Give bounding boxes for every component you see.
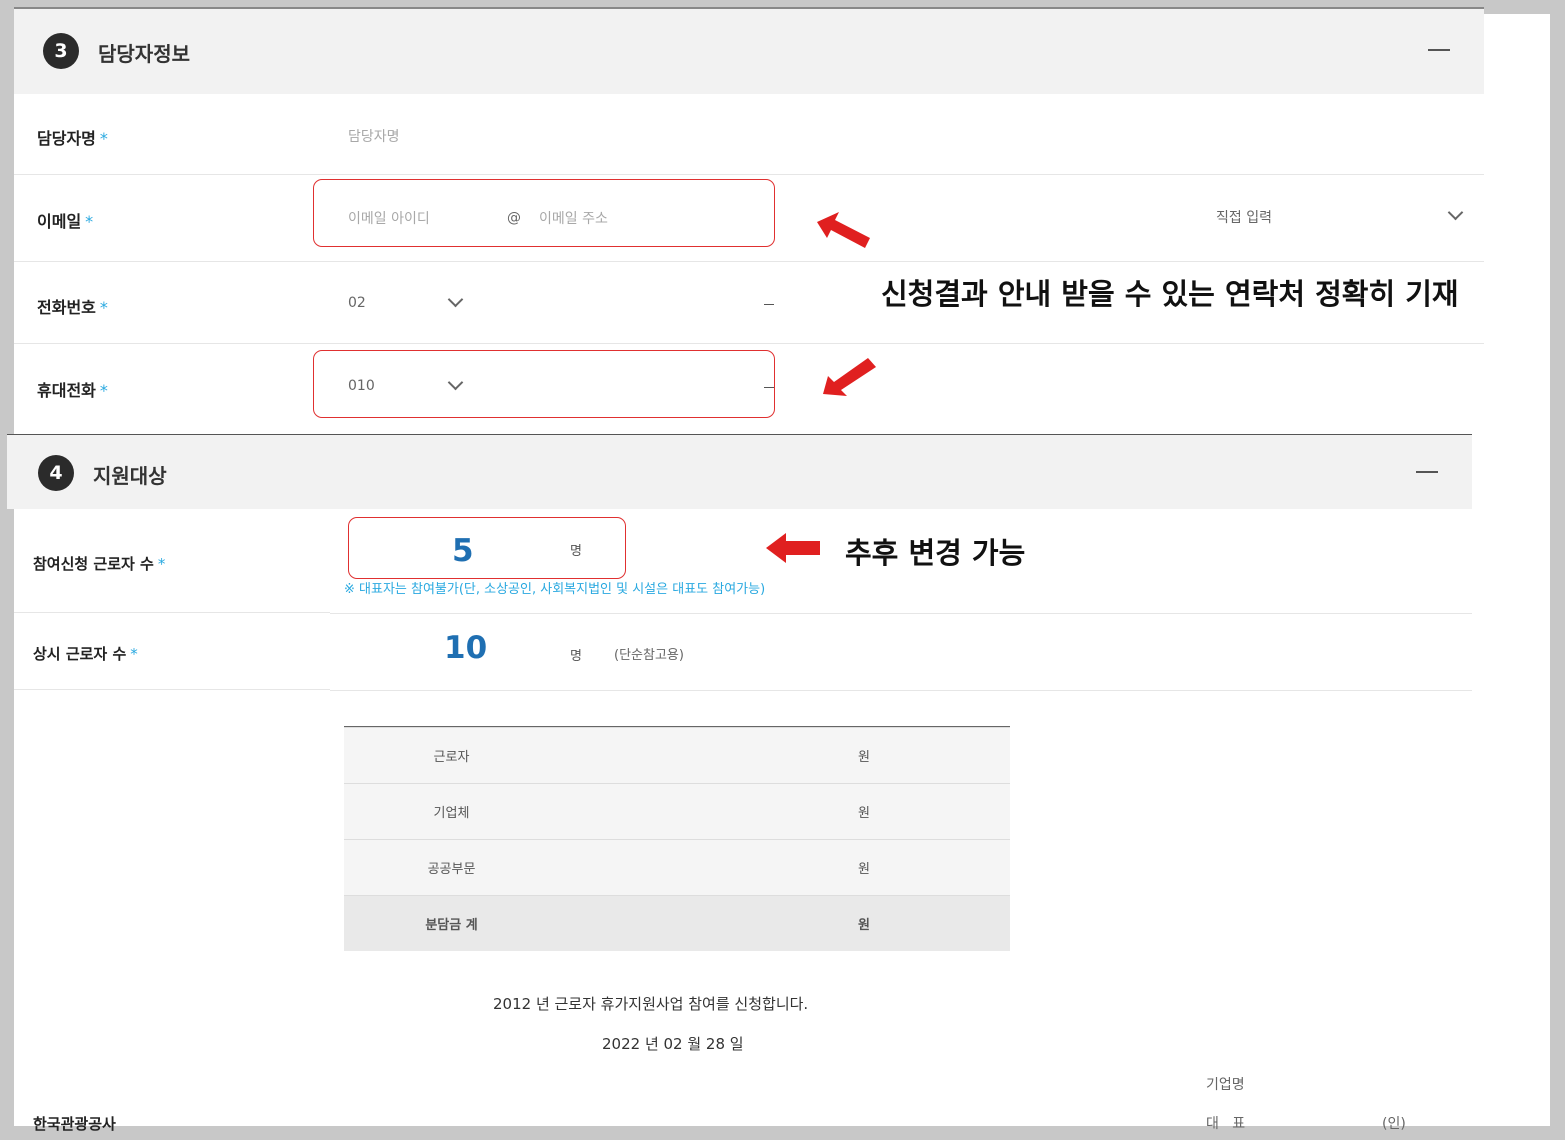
table-cell: 원 [559, 895, 1010, 951]
form-page [14, 14, 1550, 1126]
phone-label: 전화번호 * [37, 298, 108, 317]
cost-table: 근로자 원 기업체 원 공공부문 원 분담금 계 원 [344, 727, 1010, 951]
table-row: 분담금 계 원 [344, 895, 1010, 951]
table-cell[interactable]: 원 [559, 727, 1010, 784]
company-label: 기업명 [1206, 1077, 1245, 1093]
row-divider [14, 174, 1484, 175]
row-divider [14, 612, 330, 613]
participants-note: ※ 대표자는 참여불가(단, 소상공인, 사회복지법인 및 시설은 대표도 참여… [344, 582, 766, 597]
table-cell[interactable]: 원 [559, 839, 1010, 896]
manager-name-label: 담당자명 * [37, 129, 108, 148]
minus-icon[interactable] [1428, 49, 1450, 51]
section-3-header[interactable] [14, 9, 1484, 94]
change-annotation: 추후 변경 가능 [845, 536, 1026, 570]
red-arrow-icon [823, 358, 876, 396]
date-text: 2022 년 02 월 28 일 [602, 1035, 744, 1053]
mobile-highlight-box [313, 350, 775, 418]
section-number-badge: 3 [43, 33, 79, 69]
participants-highlight-box [348, 517, 626, 579]
email-highlight-box [313, 179, 775, 247]
row-divider [330, 690, 1472, 691]
contact-annotation: 신청결과 안내 받을 수 있는 연락처 정확히 기재 [881, 277, 1459, 311]
table-cell: 분담금 계 [344, 895, 559, 951]
seal-mark: (인) [1382, 1116, 1406, 1132]
regular-workers-note: (단순참고용) [614, 648, 684, 663]
row-divider [14, 261, 1484, 262]
section-title: 담당자정보 [98, 42, 190, 66]
row-divider [14, 689, 330, 690]
mobile-label: 휴대전화 * [37, 381, 108, 400]
participants-label: 참여신청 근로자 수 * [33, 555, 166, 573]
section-title: 지원대상 [93, 464, 167, 488]
row-divider [14, 343, 1484, 344]
phone-separator [764, 304, 774, 305]
section-number-badge: 4 [38, 455, 74, 491]
section-4-header[interactable] [7, 435, 1472, 509]
phone-area-select[interactable]: 02 [348, 295, 366, 311]
regular-workers-unit: 명 [570, 649, 582, 664]
minus-icon[interactable] [1416, 471, 1438, 473]
representative-label: 대 표 [1206, 1116, 1246, 1132]
red-arrow-icon [817, 212, 870, 248]
email-label: 이메일 * [37, 212, 94, 231]
table-row: 공공부문 원 [344, 839, 1010, 896]
red-arrow-icon [766, 533, 820, 563]
manager-name-input[interactable]: 담당자명 [348, 126, 400, 146]
table-cell: 근로자 [344, 727, 559, 784]
row-divider [330, 613, 1472, 614]
table-cell[interactable]: 원 [559, 783, 1010, 840]
email-domain-select[interactable]: 직접 입력 [1216, 207, 1272, 227]
table-cell: 공공부문 [344, 839, 559, 896]
table-cell: 기업체 [344, 783, 559, 840]
table-row: 근로자 원 [344, 727, 1010, 784]
regular-workers-input[interactable]: 10 [444, 630, 487, 666]
declaration-text: 2012 년 근로자 휴가지원사업 참여를 신청합니다. [493, 995, 809, 1013]
org-name: 한국관광공사 [33, 1115, 116, 1133]
table-row: 기업체 원 [344, 783, 1010, 840]
regular-workers-label: 상시 근로자 수 * [33, 645, 138, 663]
